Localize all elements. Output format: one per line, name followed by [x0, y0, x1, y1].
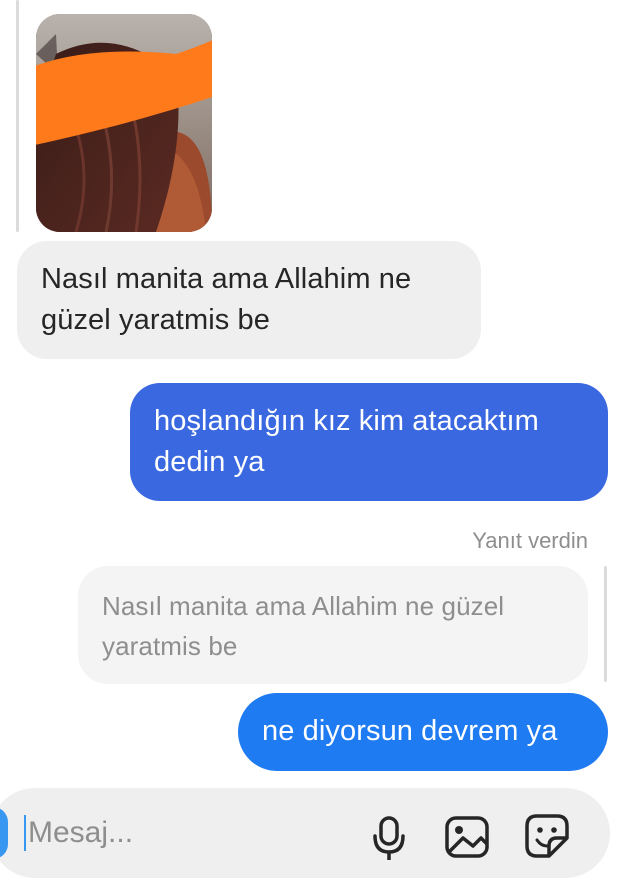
sticker-icon[interactable] [523, 812, 571, 860]
sent-message[interactable]: hoşlandığın kız kim atacaktım dedin ya [130, 383, 608, 501]
quoted-line: Nasıl manita ama Allahim ne güzel [102, 591, 505, 621]
sent-reply-message[interactable]: ne diyorsun devrem ya [238, 693, 608, 771]
reply-indicator-line [16, 0, 19, 232]
gallery-icon[interactable] [443, 812, 491, 860]
message-line: dedin ya [154, 446, 265, 478]
shared-photo[interactable] [36, 14, 212, 232]
message-line: Nasıl manita ama Allahim ne [41, 263, 412, 295]
quoted-line: yaratmis be [102, 631, 238, 661]
reply-indicator-line [604, 566, 607, 682]
photo-icon [36, 14, 212, 232]
microphone-icon[interactable] [365, 812, 413, 860]
reply-status-label: Yanıt verdin [472, 528, 588, 553]
message-line: güzel yaratmis be [41, 304, 270, 336]
quoted-message[interactable]: Nasıl manita ama Allahim ne güzel yaratm… [78, 566, 588, 684]
message-input[interactable] [24, 810, 358, 856]
message-line: hoşlandığın kız kim atacaktım [154, 405, 539, 437]
message-text: ne diyorsun devrem ya [262, 715, 558, 747]
received-message[interactable]: Nasıl manita ama Allahim ne güzel yaratm… [17, 241, 481, 359]
